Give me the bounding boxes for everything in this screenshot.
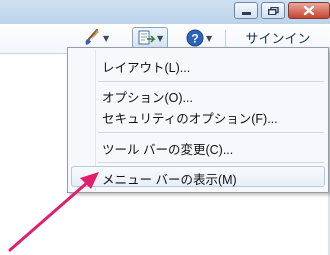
close-icon [303,5,315,16]
menu-separator [98,162,324,163]
chevron-down-icon: ▼ [206,34,213,43]
page-button[interactable]: ▼ [132,27,168,49]
menu-item-show-menu-bar[interactable]: メニュー バーの表示(M) [102,169,237,188]
toolbar-separator [225,30,226,48]
minimize-button[interactable] [234,2,258,19]
minimize-icon [242,12,251,15]
help-icon: ? [186,29,204,47]
page-dropdown-menu: レイアウト(L)... オプション(O)... セキュリティのオプション(F).… [67,47,329,193]
menu-item-change-toolbar[interactable]: ツール バーの変更(C)... [102,139,233,158]
menu-item-security-options[interactable]: セキュリティのオプション(F)... [102,108,278,127]
restore-button[interactable] [261,2,285,19]
menu-separator [98,81,324,82]
help-button[interactable]: ? ▼ [184,27,218,49]
svg-text:?: ? [191,32,198,46]
restore-icon [268,7,279,15]
chevron-down-icon: ▼ [103,34,110,43]
title-bar [0,0,330,24]
menu-separator [98,132,324,133]
close-button[interactable] [288,2,330,19]
menu-item-options[interactable]: オプション(O)... [102,87,193,106]
page-icon [138,30,156,45]
style-button[interactable]: ▼ [80,27,112,49]
paint-brush-icon [85,28,99,45]
menu-item-layout[interactable]: レイアウト(L)... [102,57,190,76]
chevron-down-icon: ▼ [157,34,164,43]
